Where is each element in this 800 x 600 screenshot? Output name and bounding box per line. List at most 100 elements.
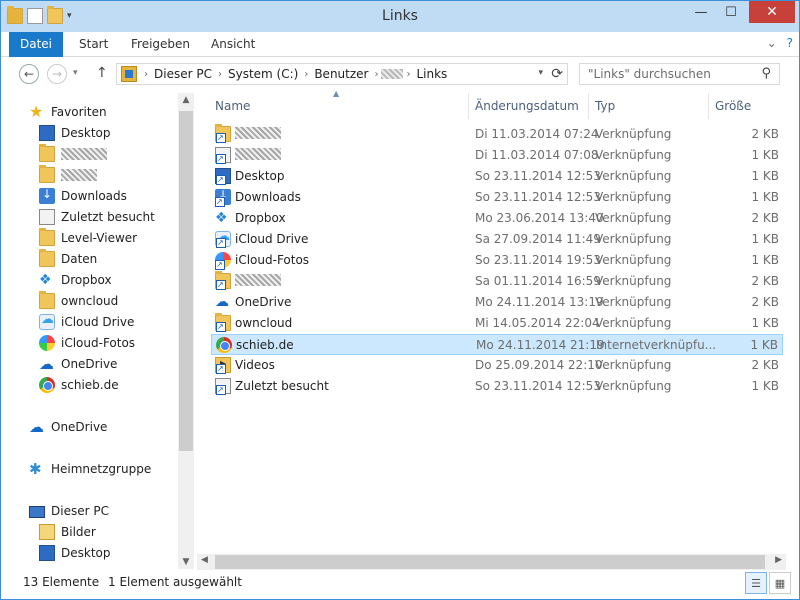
nav-item-dropbox[interactable]: ❖ Dropbox — [39, 270, 112, 290]
nav-item-desktop[interactable]: Desktop — [39, 123, 111, 143]
file-row[interactable]: ❖ Dropbox Mo 23.06.2014 13:40 Verknüpfung 2 … — [211, 208, 783, 229]
file-date: So 23.11.2014 12:53 — [475, 169, 601, 183]
refresh-icon[interactable]: ⟳ — [551, 66, 563, 82]
minimize-button[interactable]: — — [687, 1, 715, 23]
file-row[interactable]: iCloud Drive Sa 27.09.2014 11:49Verknüpfu… — [211, 229, 783, 250]
icloud-photos-icon — [39, 335, 55, 351]
scroll-right-icon[interactable]: ▶ — [775, 555, 782, 565]
tab-freigeben[interactable]: Freigeben — [121, 32, 200, 57]
breadcrumb-system-c[interactable]: System (C:) — [228, 67, 298, 81]
chevron-right-icon[interactable]: › — [304, 69, 308, 80]
address-bar[interactable]: › Dieser PC › System (C:) › Benutzer › ›… — [116, 63, 568, 85]
column-divider[interactable] — [708, 93, 709, 119]
nav-item-recent[interactable]: Zuletzt besucht — [39, 207, 155, 227]
column-divider[interactable] — [468, 93, 469, 119]
nav-item-icloud-fotos[interactable]: iCloud-Fotos — [39, 333, 135, 353]
breadcrumb-dieser-pc[interactable]: Dieser PC — [154, 67, 212, 81]
scrollbar-thumb[interactable] — [215, 555, 765, 569]
file-name: Desktop — [235, 169, 285, 183]
file-date: Do 25.09.2014 22:10 — [475, 358, 603, 372]
search-input[interactable]: "Links" durchsuchen ⚲ — [579, 63, 780, 85]
nav-item-downloads[interactable]: Downloads — [39, 186, 127, 206]
breadcrumb-benutzer[interactable]: Benutzer — [314, 67, 368, 81]
nav-label: Zuletzt besucht — [61, 210, 155, 224]
chevron-right-icon[interactable]: › — [374, 69, 378, 80]
column-name[interactable]: Name — [215, 99, 250, 113]
file-date: Mo 24.11.2014 13:19 — [475, 295, 604, 309]
file-row[interactable]: schieb.de Mo 24.11.2014 21:19 Internetverk… — [211, 334, 783, 355]
file-type: Verknüpfung — [595, 232, 672, 246]
file-row[interactable]: Downloads So 23.11.2014 12:53Verknüpfung 1… — [211, 187, 783, 208]
nav-scrollbar[interactable]: ▲ ▼ — [178, 93, 194, 569]
chevron-right-icon[interactable]: › — [218, 69, 222, 80]
search-icon[interactable]: ⚲ — [761, 66, 771, 81]
file-name: Zuletzt besucht — [235, 379, 329, 393]
scroll-left-icon[interactable]: ◀ — [201, 555, 208, 565]
icloud-icon — [215, 229, 231, 248]
nav-item-owncloud[interactable]: owncloud — [39, 291, 118, 311]
breadcrumb-links[interactable]: Links — [416, 67, 447, 81]
tab-start[interactable]: Start — [69, 32, 118, 57]
file-date: Mo 24.11.2014 21:19 — [476, 338, 605, 352]
tab-ansicht[interactable]: Ansicht — [201, 32, 265, 57]
nav-item-onedrive[interactable]: ☁ OneDrive — [39, 354, 117, 374]
file-date: So 23.11.2014 19:53 — [475, 253, 601, 267]
nav-item-bilder[interactable]: Bilder — [39, 522, 96, 542]
file-row[interactable]: Di 11.03.2014 07:08Verknüpfung 1 KB — [211, 145, 783, 166]
file-row[interactable]: iCloud-Fotos So 23.11.2014 19:53Verknüpfu… — [211, 250, 783, 271]
nav-label: Bilder — [61, 525, 96, 539]
expand-ribbon-icon[interactable]: ⌄ — [767, 36, 777, 50]
column-divider[interactable] — [588, 93, 589, 119]
chevron-right-icon[interactable]: › — [406, 69, 410, 80]
close-button[interactable]: ✕ — [749, 1, 795, 23]
nav-item-level-viewer[interactable]: Level-Viewer — [39, 228, 137, 248]
chrome-icon — [216, 337, 232, 353]
horizontal-scrollbar[interactable]: ◀ ▶ — [197, 554, 786, 570]
nav-favorites[interactable]: ★ Favoriten — [29, 102, 107, 122]
pictures-icon — [39, 524, 55, 540]
search-placeholder: "Links" durchsuchen — [588, 67, 711, 81]
nav-item-schieb[interactable]: schieb.de — [39, 375, 119, 395]
dropbox-icon: ❖ — [39, 272, 52, 288]
downloads-icon — [39, 187, 55, 204]
file-row[interactable]: Zuletzt besucht So 23.11.2014 12:53Verknü… — [211, 376, 783, 397]
scroll-up-icon[interactable]: ▲ — [178, 95, 194, 105]
back-button[interactable]: ← — [19, 64, 39, 84]
file-row[interactable]: Videos Do 25.09.2014 22:10Verknüpfung 2 KB — [211, 355, 783, 376]
details-view-button[interactable]: ☰ — [745, 572, 767, 594]
nav-label: OneDrive — [51, 420, 108, 434]
tab-datei[interactable]: Datei — [9, 32, 63, 57]
scroll-down-icon[interactable]: ▼ — [178, 557, 194, 567]
file-size: 2 KB — [751, 274, 779, 288]
large-icons-view-button[interactable]: ▦ — [769, 572, 791, 594]
column-size[interactable]: Größe — [715, 99, 751, 113]
nav-homegroup[interactable]: ✱ Heimnetzgruppe — [29, 459, 151, 479]
nav-onedrive-root[interactable]: ☁ OneDrive — [29, 417, 107, 437]
forward-button[interactable]: → — [47, 64, 67, 84]
maximize-button[interactable]: ☐ — [717, 1, 745, 23]
redacted-username[interactable] — [381, 69, 404, 79]
window-title: Links — [382, 8, 418, 24]
nav-item-icloud-drive[interactable]: iCloud Drive — [39, 312, 134, 332]
file-row[interactable]: Desktop So 23.11.2014 12:53Verknüpfung 1 K… — [211, 166, 783, 187]
file-row[interactable]: owncloud Mi 14.05.2014 22:04Verknüpfung 1 … — [211, 313, 783, 334]
recent-locations-icon[interactable]: ▾ — [73, 68, 78, 78]
file-name: iCloud Drive — [235, 232, 309, 246]
column-type[interactable]: Typ — [595, 99, 615, 113]
file-type: Internetverknüpfu... — [596, 338, 717, 352]
scrollbar-thumb[interactable] — [179, 111, 193, 451]
help-icon[interactable]: ? — [787, 36, 793, 50]
chevron-right-icon[interactable]: › — [144, 69, 148, 80]
address-dropdown-icon[interactable]: ▾ — [538, 68, 543, 78]
nav-item-pc-desktop[interactable]: Desktop — [39, 543, 111, 563]
nav-item-redacted-1[interactable] — [39, 144, 107, 164]
column-date[interactable]: Änderungsdatum — [475, 99, 579, 113]
dropbox-icon: ❖ — [215, 210, 228, 226]
file-row[interactable]: Di 11.03.2014 07:24Verknüpfung 2 KB — [211, 124, 783, 145]
file-row[interactable]: Sa 01.11.2014 16:59Verknüpfung 2 KB — [211, 271, 783, 292]
nav-item-daten[interactable]: Daten — [39, 249, 97, 269]
file-row[interactable]: ☁ OneDrive Mo 24.11.2014 13:19 Verknüpfung 2… — [211, 292, 783, 313]
up-button[interactable]: ↑ — [96, 65, 108, 81]
nav-this-pc[interactable]: Dieser PC — [29, 501, 109, 521]
nav-item-redacted-2[interactable] — [39, 165, 97, 185]
